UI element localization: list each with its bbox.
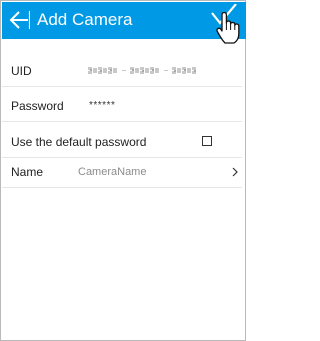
app-screen: Add Camera UID Password ****** Use the d… [0,0,246,341]
hand-cursor-icon [216,11,240,44]
page-title: Add Camera [37,10,133,29]
checkmark-icon[interactable] [209,4,245,48]
uid-row[interactable]: UID [2,55,242,87]
name-field[interactable]: CameraName [78,165,146,179]
default-password-checkbox[interactable] [202,136,212,146]
default-password-row[interactable]: Use the default password [2,126,242,158]
chevron-right-icon [232,167,238,177]
name-label: Name [11,165,44,179]
uid-label: UID [11,64,32,78]
arrow-left-icon[interactable] [8,8,30,32]
uid-value-obscured [88,67,198,74]
default-password-label: Use the default password [11,135,147,149]
password-field[interactable]: ****** [89,99,115,113]
password-row[interactable]: Password ****** [2,90,242,122]
name-row[interactable]: Name CameraName [2,156,242,188]
password-label: Password [11,99,64,113]
